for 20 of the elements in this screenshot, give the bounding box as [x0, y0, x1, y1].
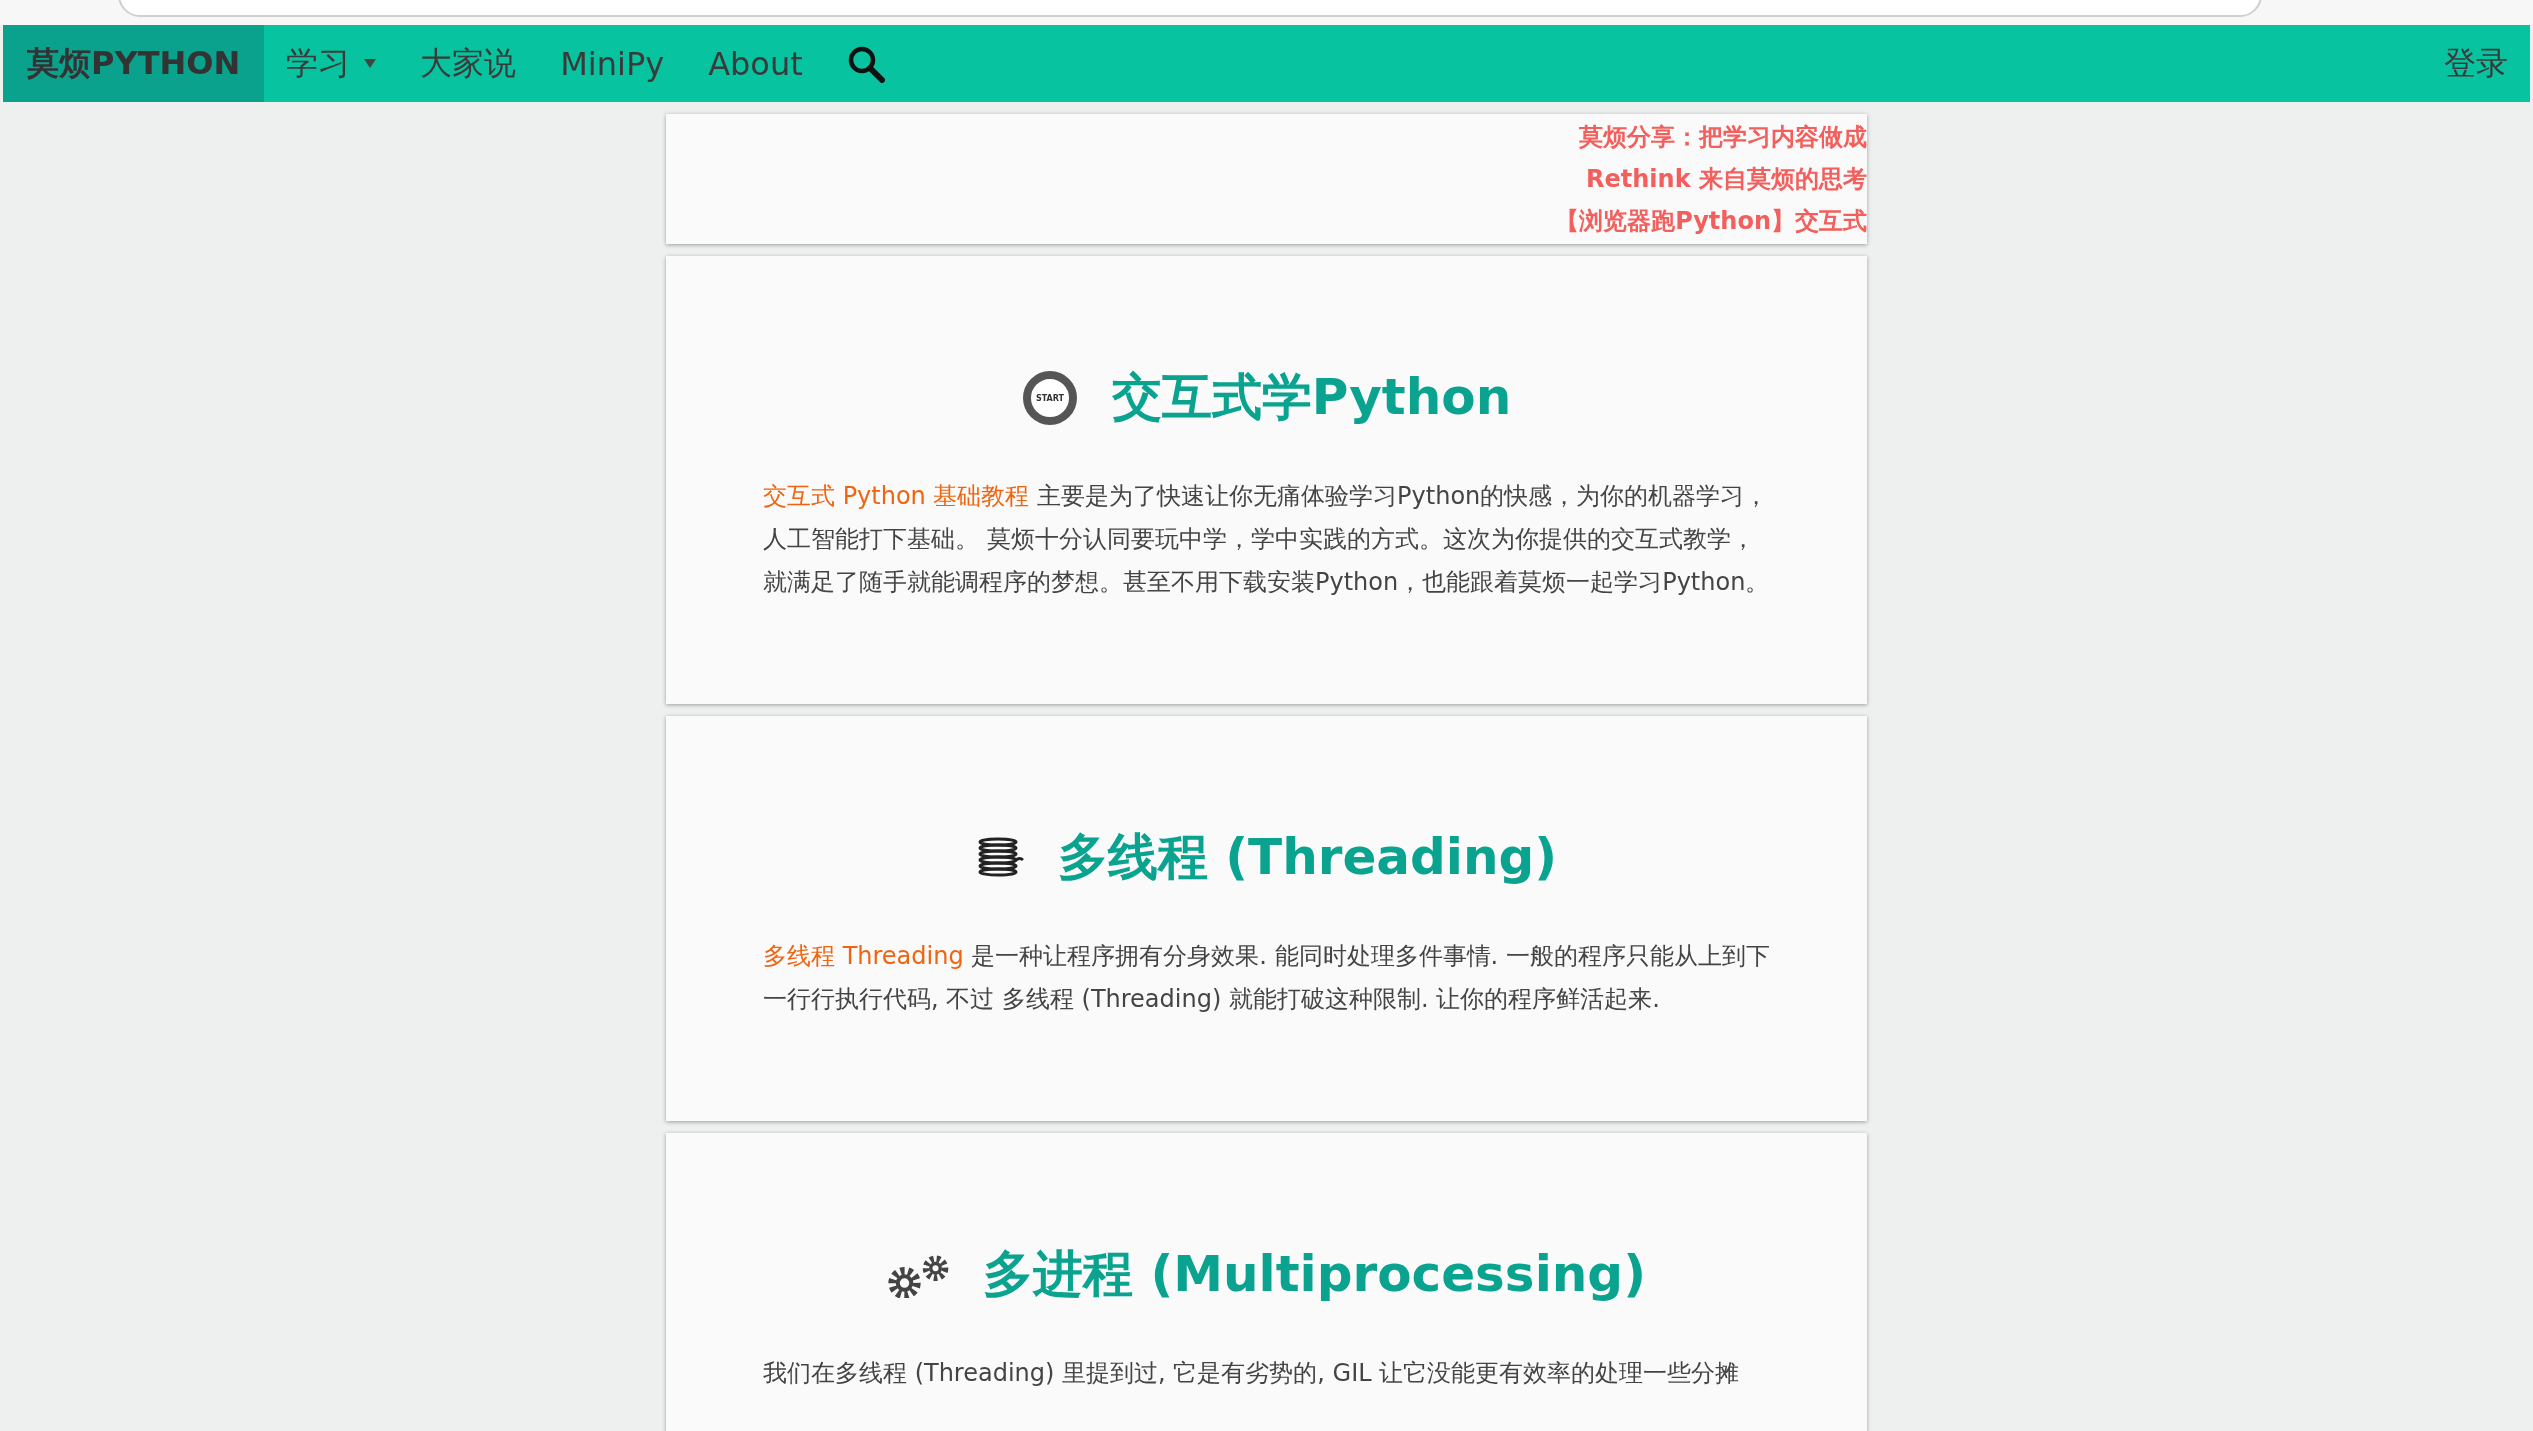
- nav-link[interactable]: MiniPy: [538, 25, 687, 102]
- nav-link[interactable]: About: [686, 25, 825, 102]
- brand-logo[interactable]: 莫烦PYTHON: [3, 25, 265, 102]
- search-icon[interactable]: [846, 44, 885, 83]
- card-title[interactable]: 多进程 (Multiprocessing): [982, 1241, 1646, 1308]
- login-link[interactable]: 登录: [2422, 25, 2530, 102]
- announcement-link[interactable]: Rethink 来自莫烦的思考: [1586, 163, 1867, 195]
- nav-dropdown[interactable]: 学习: [264, 25, 399, 102]
- card-description: 我们在多线程 (Threading) 里提到过, 它是有劣势的, GIL 让它没能更有效率的处理一些分摊: [763, 1358, 1741, 1389]
- start-icon: START: [1021, 369, 1078, 426]
- caret-icon: [364, 59, 377, 68]
- nav-link[interactable]: 大家说: [398, 25, 539, 102]
- card-description: 多线程 Threading 是一种让程序拥有分身效果. 能同时处理多件事情. 一般的程序只能从上到下一行行执行代码, 不过 多线程 (Threading) 就能打破这种限制. 让你的程序鲜活起来.: [763, 941, 1770, 1015]
- announcement-link[interactable]: 莫烦分享：把学习内容做成: [1579, 121, 1867, 153]
- tutorial-link[interactable]: 多线程 Threading: [763, 942, 964, 970]
- card-title[interactable]: 交互式学Python: [1111, 364, 1512, 431]
- tutorial-link[interactable]: 交互式 Python 基础教程: [763, 482, 1030, 510]
- announcement-link[interactable]: 【浏览器跑Python】交互式: [1555, 205, 1867, 237]
- card-description: 交互式 Python 基础教程 主要是为了快速让你无痛体验学习Python的快感，为你的机器学习，人工智能打下基础。 莫烦十分认同要玩中学，学中实践的方式。这次为你提供的交互式教学，就满足了随手就能调程序的梦想。甚至不用下载安装Python，也能跟着莫烦一起学习Python。: [763, 481, 1770, 598]
- card-title[interactable]: 多线程 (Threading): [1057, 824, 1558, 891]
